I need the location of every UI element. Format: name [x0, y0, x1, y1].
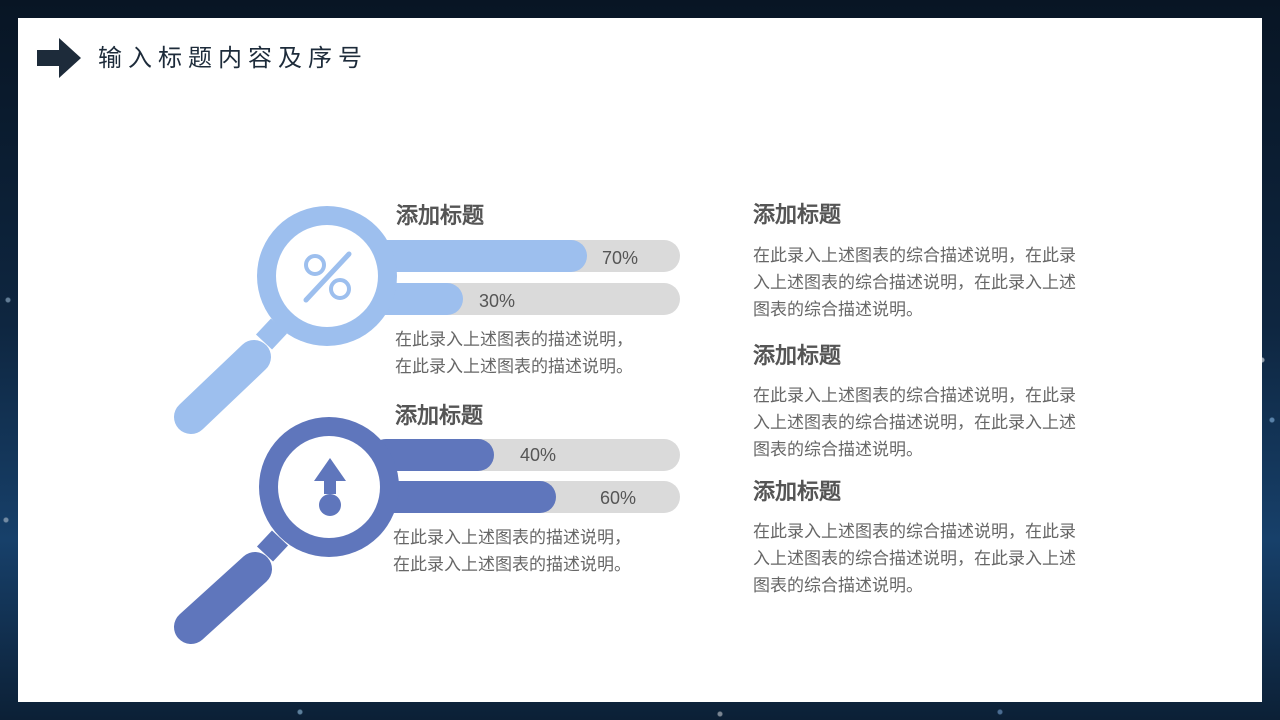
right-item-1-heading: 添加标题	[753, 203, 842, 228]
magnifier-group-2	[174, 417, 680, 644]
right-item-3-description: 在此录入上述图表的综合描述说明，在此录 入上述图表的综合描述说明，在此录入上述 …	[753, 519, 1076, 600]
magnifier-handle-1	[174, 340, 271, 434]
group-2-description: 在此录入上述图表的描述说明， 在此录入上述图表的描述说明。	[393, 525, 631, 579]
bar-fill-1a	[370, 240, 587, 272]
bar-2a-label: 40%	[520, 445, 557, 465]
right-item-1-line-1: 在此录入上述图表的综合描述说明，在此录	[753, 246, 1076, 266]
right-item-3-line-1: 在此录入上述图表的综合描述说明，在此录	[753, 522, 1076, 542]
magnifier-neck-2	[256, 530, 289, 562]
right-item-1-line-3: 图表的综合描述说明。	[753, 300, 923, 320]
right-item-2-line-3: 图表的综合描述说明。	[753, 440, 923, 460]
bar-2b-label: 60%	[600, 488, 637, 508]
group-1-desc-line-1: 在此录入上述图表的描述说明，	[395, 330, 633, 350]
right-item-2-description: 在此录入上述图表的综合描述说明，在此录 入上述图表的综合描述说明，在此录入上述 …	[753, 383, 1076, 464]
group-2-desc-line-1: 在此录入上述图表的描述说明，	[393, 528, 631, 548]
right-item-2-line-2: 入上述图表的综合描述说明，在此录入上述	[753, 413, 1076, 433]
right-item-1-line-2: 入上述图表的综合描述说明，在此录入上述	[753, 273, 1076, 293]
right-item-3-line-2: 入上述图表的综合描述说明，在此录入上述	[753, 549, 1076, 569]
magnifier-neck-1	[255, 318, 288, 350]
magnifier-group-1	[174, 206, 680, 434]
group-1-desc-line-2: 在此录入上述图表的描述说明。	[395, 357, 633, 377]
right-item-3-line-3: 图表的综合描述说明。	[753, 576, 923, 596]
bar-1a-label: 70%	[602, 248, 639, 268]
magnifier-handle-2	[174, 552, 272, 644]
right-item-2-heading: 添加标题	[753, 344, 842, 369]
right-item-3-heading: 添加标题	[753, 480, 842, 505]
group-1-heading: 添加标题	[396, 204, 485, 229]
right-item-2-line-1: 在此录入上述图表的综合描述说明，在此录	[753, 386, 1076, 406]
group-2-desc-line-2: 在此录入上述图表的描述说明。	[393, 555, 631, 575]
group-1-description: 在此录入上述图表的描述说明， 在此录入上述图表的描述说明。	[395, 327, 633, 381]
right-item-1-description: 在此录入上述图表的综合描述说明，在此录 入上述图表的综合描述说明，在此录入上述 …	[753, 243, 1076, 324]
bar-1b-label: 30%	[479, 291, 516, 311]
slide: 输入标题内容及序号 添加标题 70% 30% 在此录入上述图表的描述说明， 在此…	[18, 18, 1262, 702]
group-2-heading: 添加标题	[395, 404, 484, 429]
